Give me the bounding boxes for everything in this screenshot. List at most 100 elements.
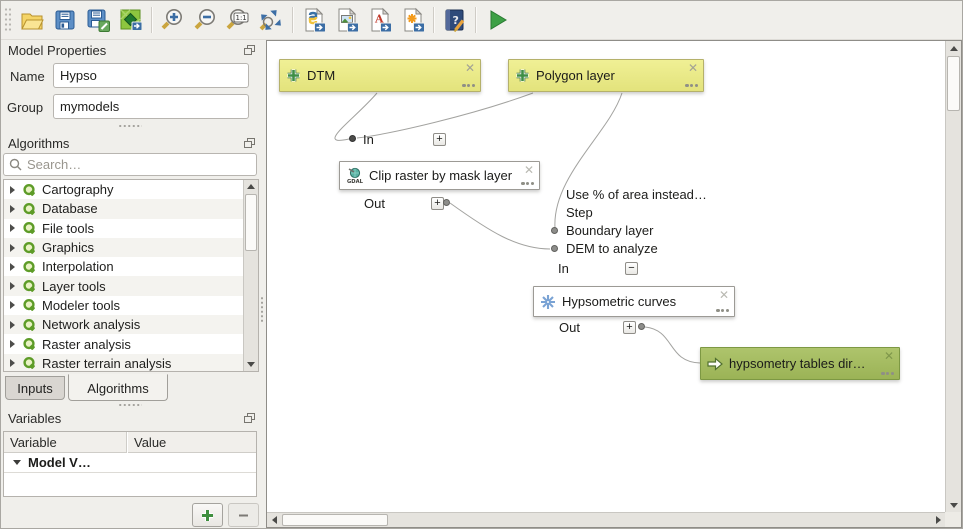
algorithm-group-graphics[interactable]: Graphics	[4, 238, 243, 257]
export-as-python-button[interactable]	[297, 4, 330, 36]
remove-node-icon[interactable]: ✕	[465, 61, 475, 75]
run-model-button[interactable]	[480, 4, 513, 36]
algorithm-group-database[interactable]: Database	[4, 199, 243, 218]
algorithm-group-interpolation[interactable]: Interpolation	[4, 257, 243, 276]
expander-icon[interactable]	[10, 244, 15, 252]
remove-node-icon[interactable]: ✕	[719, 288, 729, 302]
qgis-provider-icon	[22, 260, 36, 274]
node-input-dtm[interactable]: DTM ✕	[279, 59, 481, 92]
node-output-hypsometry-tables-dir[interactable]: hypsometry tables dir… ✕	[700, 347, 900, 380]
clip-in-socket[interactable]	[349, 135, 356, 142]
hypso-collapse-inputs-button[interactable]: −	[625, 262, 638, 275]
save-model-button[interactable]	[48, 4, 81, 36]
edit-model-help-button[interactable]: ?	[438, 4, 471, 36]
panel-splitter-handle[interactable]	[260, 296, 264, 322]
scroll-thumb[interactable]	[245, 194, 257, 251]
comment-dots-icon[interactable]	[716, 309, 729, 312]
algorithm-group-raster-terrain-analysis[interactable]: Raster terrain analysis	[4, 354, 243, 372]
group-label: Raster terrain analysis	[42, 356, 171, 371]
node-hypsometric-curves[interactable]: Hypsometric curves ✕	[533, 286, 735, 317]
expander-icon[interactable]	[10, 359, 15, 367]
expander-icon[interactable]	[10, 340, 15, 348]
export-as-svg-button[interactable]	[396, 4, 429, 36]
group-label: Database	[42, 201, 98, 216]
dem-to-analyze-socket[interactable]	[551, 245, 558, 252]
group-label: Modeler tools	[42, 298, 120, 313]
expander-icon[interactable]	[10, 205, 15, 213]
expander-icon[interactable]	[10, 301, 15, 309]
variable-column-header[interactable]: Variable	[4, 432, 127, 453]
scroll-left-arrow[interactable]	[267, 513, 281, 527]
add-variable-button[interactable]	[192, 503, 223, 527]
scroll-up-arrow[interactable]	[946, 41, 961, 55]
model-name-input[interactable]	[53, 63, 249, 88]
model-group-input[interactable]	[53, 94, 249, 119]
remove-node-icon[interactable]: ✕	[884, 349, 894, 363]
splitter-handle[interactable]	[118, 124, 142, 128]
splitter-handle[interactable]	[118, 403, 142, 407]
zoom-in-button[interactable]	[156, 4, 189, 36]
zoom-out-button[interactable]	[189, 4, 222, 36]
hypso-expand-outputs-button[interactable]: +	[623, 321, 636, 334]
algorithm-group-modeler-tools[interactable]: Modeler tools	[4, 296, 243, 315]
remove-node-icon[interactable]: ✕	[688, 61, 698, 75]
expander-icon[interactable]	[10, 282, 15, 290]
zoom-actual-button[interactable]: 1:1	[222, 4, 255, 36]
float-panel-icon[interactable]	[244, 413, 255, 424]
remove-variable-button[interactable]	[228, 503, 259, 527]
algorithm-group-network-analysis[interactable]: Network analysis	[4, 315, 243, 334]
toolbar-drag-handle[interactable]	[4, 7, 11, 33]
tree-scrollbar[interactable]	[243, 180, 258, 371]
open-model-button[interactable]	[15, 4, 48, 36]
model-variables-row[interactable]: Model V…	[4, 453, 256, 473]
node-input-polygon-layer[interactable]: Polygon layer ✕	[508, 59, 704, 92]
algorithm-search-input[interactable]: Search…	[3, 153, 257, 176]
export-as-pdf-button[interactable]: A	[363, 4, 396, 36]
clip-out-socket[interactable]	[443, 199, 450, 206]
algorithm-group-file-tools[interactable]: File tools	[4, 219, 243, 238]
node-title: Hypsometric curves	[556, 294, 728, 309]
canvas-horizontal-scrollbar[interactable]	[267, 512, 945, 527]
algorithm-group-layer-tools[interactable]: Layer tools	[4, 276, 243, 295]
hypso-out-socket[interactable]	[638, 323, 645, 330]
zoom-full-button[interactable]	[255, 4, 288, 36]
expander-icon[interactable]	[10, 186, 15, 194]
node-title: Polygon layer	[530, 68, 697, 83]
comment-dots-icon[interactable]	[462, 84, 475, 87]
scroll-up-arrow[interactable]	[244, 180, 258, 193]
qgis-provider-icon	[22, 221, 36, 235]
comment-dots-icon[interactable]	[685, 84, 698, 87]
comment-dots-icon[interactable]	[521, 182, 534, 185]
clip-expand-inputs-button[interactable]: +	[433, 133, 446, 146]
float-panel-icon[interactable]	[244, 45, 255, 56]
algorithm-group-raster-analysis[interactable]: Raster analysis	[4, 334, 243, 353]
export-svg-icon	[400, 7, 426, 33]
tab-algorithms[interactable]: Algorithms	[68, 374, 168, 401]
boundary-layer-socket[interactable]	[551, 227, 558, 234]
clip-expand-outputs-button[interactable]: +	[431, 197, 444, 210]
collapse-icon[interactable]	[13, 460, 21, 465]
node-clip-raster-by-mask-layer[interactable]: GDAL Clip raster by mask layer ✕	[339, 161, 540, 190]
svg-text:1:1: 1:1	[235, 14, 246, 22]
save-model-in-project-button[interactable]	[114, 4, 147, 36]
expander-icon[interactable]	[10, 224, 15, 232]
expander-icon[interactable]	[10, 321, 15, 329]
export-as-image-button[interactable]	[330, 4, 363, 36]
scroll-down-arrow[interactable]	[244, 358, 258, 371]
algorithm-group-cartography[interactable]: Cartography	[4, 180, 243, 199]
comment-dots-icon[interactable]	[881, 372, 894, 375]
tab-inputs[interactable]: Inputs	[5, 376, 65, 400]
scroll-down-arrow[interactable]	[946, 498, 961, 512]
save-model-as-button[interactable]	[81, 4, 114, 36]
qgis-provider-icon	[22, 337, 36, 351]
scroll-right-arrow[interactable]	[931, 513, 945, 527]
expander-icon[interactable]	[10, 263, 15, 271]
svg-text:GDAL: GDAL	[347, 179, 363, 184]
float-panel-icon[interactable]	[244, 138, 255, 149]
scroll-thumb[interactable]	[282, 514, 388, 526]
scroll-thumb[interactable]	[947, 56, 960, 111]
model-canvas[interactable]: DTM ✕ Polygon layer ✕ In + GDAL	[266, 40, 962, 528]
remove-node-icon[interactable]: ✕	[524, 163, 534, 177]
value-column-header[interactable]: Value	[128, 432, 256, 453]
canvas-vertical-scrollbar[interactable]	[945, 41, 961, 512]
